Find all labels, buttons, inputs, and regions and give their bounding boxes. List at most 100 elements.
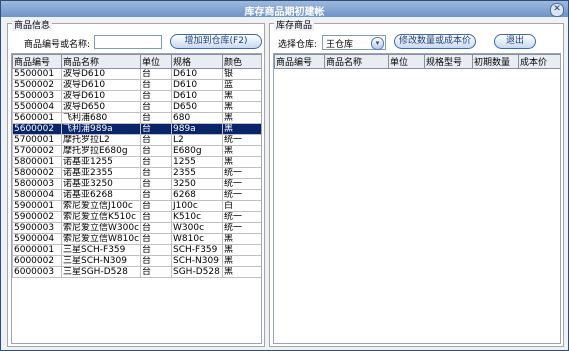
table-cell[interactable]: 三星SGH-D528 bbox=[61, 266, 141, 278]
table-cell[interactable]: 5500004 bbox=[12, 101, 62, 113]
table-cell[interactable]: 台 bbox=[140, 222, 172, 234]
table-cell[interactable]: 索尼爱立信W810c bbox=[61, 233, 141, 245]
table-cell[interactable]: 5900002 bbox=[12, 211, 62, 223]
table-cell[interactable]: 2355 bbox=[171, 167, 223, 179]
table-cell[interactable]: 6000001 bbox=[12, 244, 62, 256]
table-cell[interactable]: 诺基亚3250 bbox=[61, 178, 141, 190]
table-cell[interactable]: 蓝 bbox=[222, 79, 261, 91]
table-cell[interactable]: L2 bbox=[171, 134, 223, 146]
table-row[interactable]: 5800003 诺基亚3250 台 3250 统一 bbox=[12, 178, 261, 190]
stock-column-header[interactable]: 成本价 bbox=[518, 54, 560, 69]
modify-qty-cost-button[interactable]: 修改数量或成本价 bbox=[394, 34, 476, 49]
table-cell[interactable]: 摩托罗拉E680g bbox=[61, 145, 141, 157]
table-cell[interactable]: 飞利浦680 bbox=[61, 112, 141, 124]
table-cell[interactable]: 黑 bbox=[222, 123, 261, 135]
table-cell[interactable]: 统一 bbox=[222, 167, 261, 179]
table-cell[interactable]: 统一 bbox=[222, 222, 261, 234]
table-cell[interactable]: 5700002 bbox=[12, 145, 62, 157]
table-cell[interactable]: 台 bbox=[140, 233, 172, 245]
table-cell[interactable]: D610 bbox=[171, 90, 223, 102]
table-cell[interactable]: 索尼爱立信J100c bbox=[61, 200, 141, 212]
table-cell[interactable]: 台 bbox=[140, 112, 172, 124]
table-row[interactable]: 5800002 诺基亚2355 台 2355 统一 bbox=[12, 167, 261, 179]
table-cell[interactable]: 5800001 bbox=[12, 156, 62, 168]
table-cell[interactable]: 波导D610 bbox=[61, 79, 141, 91]
table-cell[interactable]: 诺基亚1255 bbox=[61, 156, 141, 168]
search-input[interactable] bbox=[94, 35, 162, 49]
table-row[interactable]: 5700001 摩托罗拉L2 台 L2 统一 bbox=[12, 134, 261, 146]
chevron-down-icon[interactable]: ▾ bbox=[371, 37, 384, 50]
table-cell[interactable]: 统一 bbox=[222, 178, 261, 190]
table-cell[interactable]: 波导D610 bbox=[61, 90, 141, 102]
stock-grid[interactable]: 商品编号 商品名称 单位 规格型号 初期数量 成本价 bbox=[273, 53, 561, 344]
table-cell[interactable]: 989a bbox=[171, 123, 223, 135]
table-cell[interactable]: 5900004 bbox=[12, 233, 62, 245]
table-row[interactable]: 6000001 三星SCH-F359 台 SCH-F359 黑 bbox=[12, 244, 261, 256]
table-row[interactable]: 5500001 波导D610 台 D610 银 bbox=[12, 68, 261, 80]
add-to-warehouse-button[interactable]: 增加到仓库(F2) bbox=[170, 34, 262, 49]
product-column-header[interactable]: 单位 bbox=[140, 54, 172, 69]
table-row[interactable]: 5800004 诺基亚6268 台 6268 统一 bbox=[12, 189, 261, 201]
table-cell[interactable]: 1255 bbox=[171, 156, 223, 168]
table-cell[interactable]: 5500001 bbox=[12, 68, 62, 80]
table-row[interactable]: 5500002 波导D610 台 D610 蓝 bbox=[12, 79, 261, 91]
table-cell[interactable]: 台 bbox=[140, 167, 172, 179]
table-cell[interactable]: 5900001 bbox=[12, 200, 62, 212]
table-row[interactable]: 5900003 索尼爱立信W300c 台 W300c 统一 bbox=[12, 222, 261, 234]
stock-column-header[interactable]: 单位 bbox=[388, 54, 425, 69]
table-row[interactable]: 5600002 飞利浦989a 台 989a 黑 bbox=[12, 123, 261, 135]
table-cell[interactable]: W300c bbox=[171, 222, 223, 234]
table-cell[interactable]: 台 bbox=[140, 90, 172, 102]
product-column-header[interactable]: 颜色 bbox=[222, 54, 261, 69]
table-cell[interactable]: 台 bbox=[140, 123, 172, 135]
table-cell[interactable]: 台 bbox=[140, 178, 172, 190]
table-cell[interactable]: 台 bbox=[140, 101, 172, 113]
table-row[interactable]: 5900002 索尼爱立信K510c 台 K510c 统一 bbox=[12, 211, 261, 223]
table-cell[interactable]: 波导D650 bbox=[61, 101, 141, 113]
table-cell[interactable]: 台 bbox=[140, 200, 172, 212]
table-cell[interactable]: 台 bbox=[140, 266, 172, 278]
table-cell[interactable]: 5800003 bbox=[12, 178, 62, 190]
table-cell[interactable]: 索尼爱立信W300c bbox=[61, 222, 141, 234]
table-row[interactable]: 5700002 摩托罗拉E680g 台 E680g 黑 bbox=[12, 145, 261, 157]
table-cell[interactable]: D610 bbox=[171, 79, 223, 91]
table-cell[interactable]: 统一 bbox=[222, 189, 261, 201]
table-cell[interactable]: 5700001 bbox=[12, 134, 62, 146]
table-cell[interactable]: 银 bbox=[222, 68, 261, 80]
table-cell[interactable]: 5800004 bbox=[12, 189, 62, 201]
table-cell[interactable]: 台 bbox=[140, 134, 172, 146]
table-cell[interactable]: 6268 bbox=[171, 189, 223, 201]
table-cell[interactable]: 台 bbox=[140, 145, 172, 157]
table-cell[interactable]: 台 bbox=[140, 244, 172, 256]
table-cell[interactable]: 黑 bbox=[222, 90, 261, 102]
product-column-header[interactable]: 商品编号 bbox=[12, 54, 62, 69]
product-column-header[interactable]: 商品名称 bbox=[61, 54, 141, 69]
table-row[interactable]: 5600001 飞利浦680 台 680 黑 bbox=[12, 112, 261, 124]
table-row[interactable]: 5900001 索尼爱立信J100c 台 J100c 白 bbox=[12, 200, 261, 212]
table-cell[interactable]: SCH-F359 bbox=[171, 244, 223, 256]
table-cell[interactable]: K510c bbox=[171, 211, 223, 223]
table-cell[interactable]: E680g bbox=[171, 145, 223, 157]
table-row[interactable]: 6000003 三星SGH-D528 台 SGH-D528 黑 bbox=[12, 266, 261, 278]
table-cell[interactable]: D650 bbox=[171, 101, 223, 113]
table-cell[interactable]: J100c bbox=[171, 200, 223, 212]
table-cell[interactable]: 三星SCH-F359 bbox=[61, 244, 141, 256]
table-cell[interactable]: 5900003 bbox=[12, 222, 62, 234]
table-cell[interactable]: 诺基亚6268 bbox=[61, 189, 141, 201]
table-cell[interactable]: 黑 bbox=[222, 101, 261, 113]
table-cell[interactable]: 波导D610 bbox=[61, 68, 141, 80]
table-cell[interactable]: 摩托罗拉L2 bbox=[61, 134, 141, 146]
table-cell[interactable]: 统一 bbox=[222, 211, 261, 223]
table-cell[interactable]: 黑 bbox=[222, 244, 261, 256]
stock-column-header[interactable]: 商品编号 bbox=[274, 54, 325, 69]
table-cell[interactable]: 黑 bbox=[222, 255, 261, 267]
table-cell[interactable]: 台 bbox=[140, 211, 172, 223]
table-cell[interactable]: 6000002 bbox=[12, 255, 62, 267]
table-cell[interactable]: 索尼爱立信K510c bbox=[61, 211, 141, 223]
table-cell[interactable]: 黑 bbox=[222, 156, 261, 168]
table-cell[interactable]: 白 bbox=[222, 200, 261, 212]
table-cell[interactable]: SGH-D528 bbox=[171, 266, 223, 278]
table-cell[interactable]: 飞利浦989a bbox=[61, 123, 141, 135]
table-cell[interactable]: 黑 bbox=[222, 266, 261, 278]
warehouse-select[interactable]: 王仓库 ▾ bbox=[322, 35, 386, 50]
